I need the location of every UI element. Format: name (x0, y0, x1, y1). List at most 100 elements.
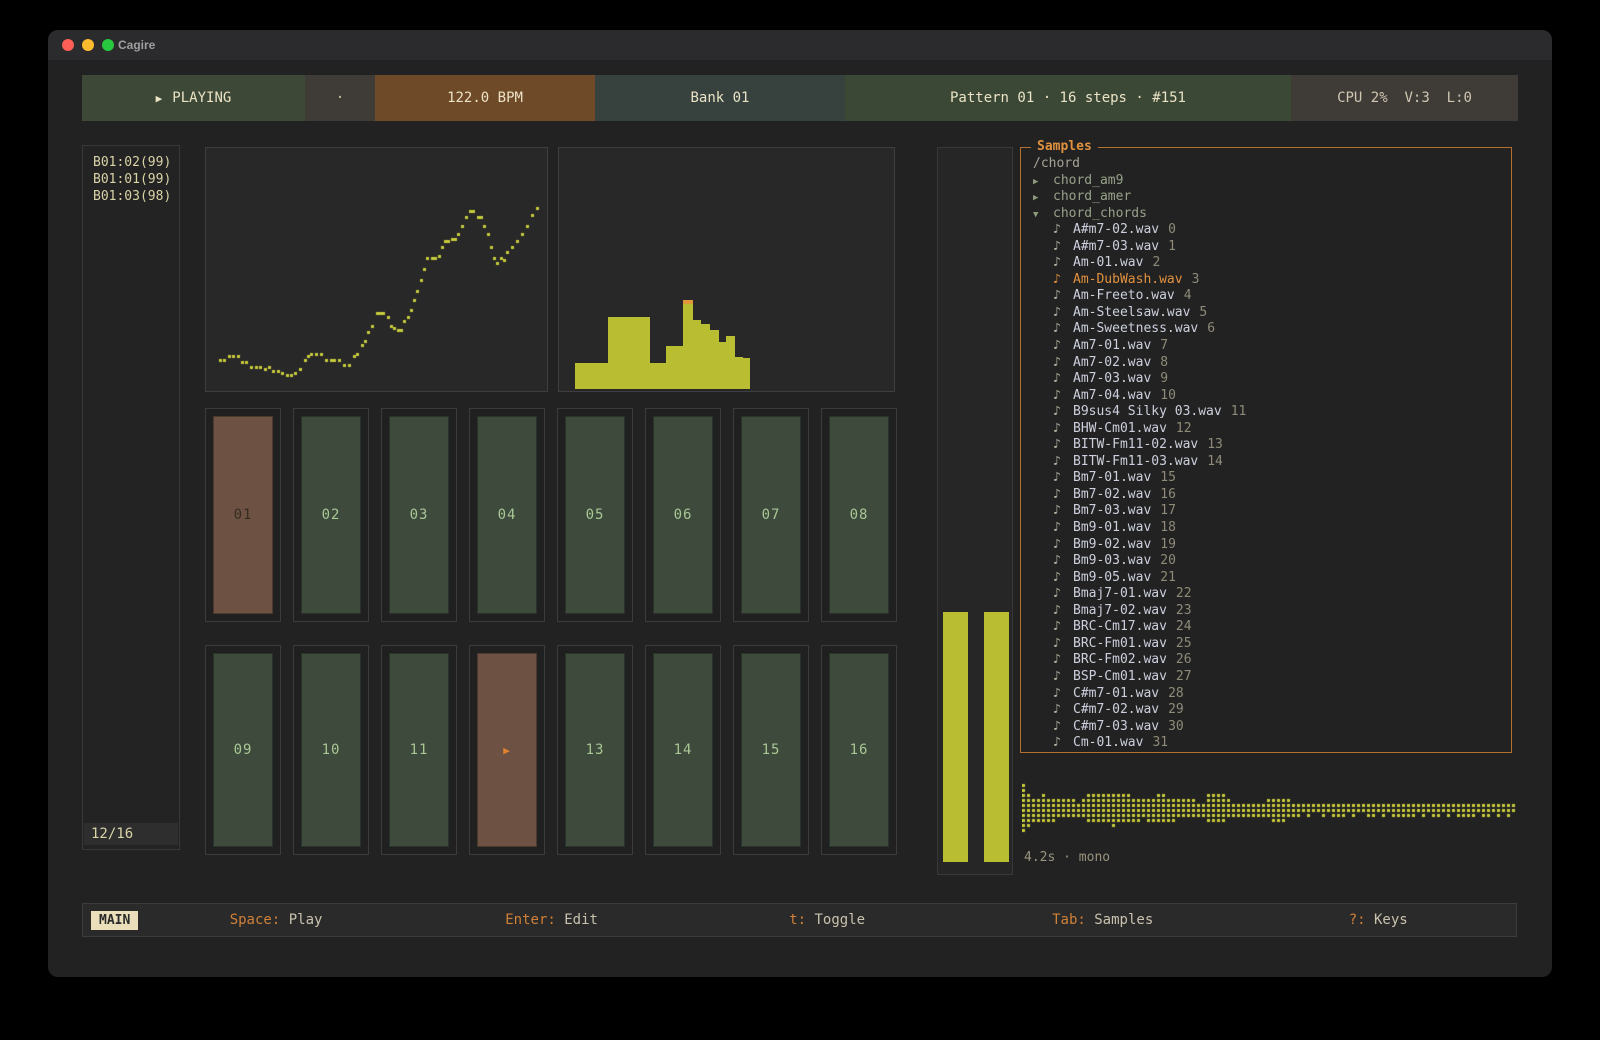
pad-12[interactable]: ▶ (469, 645, 545, 855)
pad-number: 10 (322, 742, 341, 758)
sample-file-30[interactable]: ♪C#m7-03.wav30 (1033, 719, 1511, 736)
pad-number: 15 (762, 742, 781, 758)
sample-file-5[interactable]: ♪Am-Steelsaw.wav5 (1033, 305, 1511, 322)
sample-file-26[interactable]: ♪BRC-Fm02.wav26 (1033, 652, 1511, 669)
hint-key: Space: (230, 912, 281, 928)
pad-08[interactable]: 08 (821, 408, 897, 622)
sample-file-25[interactable]: ♪BRC-Fm01.wav25 (1033, 636, 1511, 653)
sample-file-10[interactable]: ♪Am7-04.wav10 (1033, 388, 1511, 405)
sample-file-31[interactable]: ♪Cm-01.wav31 (1033, 735, 1511, 752)
sample-file-28[interactable]: ♪C#m7-01.wav28 (1033, 686, 1511, 703)
sample-file-14[interactable]: ♪BITW-Fm11-03.wav14 (1033, 454, 1511, 471)
sample-file-19[interactable]: ♪Bm9-02.wav19 (1033, 537, 1511, 554)
folder-collapsed-icon[interactable]: ▶ (1033, 174, 1053, 191)
pad-02[interactable]: 02 (293, 408, 369, 622)
spectrum-bar (650, 363, 666, 389)
sample-file-3[interactable]: ♪Am-DubWash.wav3 (1033, 272, 1511, 289)
music-note-icon: ♪ (1053, 619, 1073, 636)
hint-key: Enter: (505, 912, 556, 928)
sample-file-29[interactable]: ♪C#m7-02.wav29 (1033, 702, 1511, 719)
sample-file-index: 11 (1231, 404, 1247, 419)
sample-file-22[interactable]: ♪Bmaj7-01.wav22 (1033, 586, 1511, 603)
music-note-icon: ♪ (1053, 338, 1073, 355)
maximize-window-button[interactable] (102, 39, 114, 51)
sample-file-15[interactable]: ♪Bm7-01.wav15 (1033, 470, 1511, 487)
sample-file-index: 16 (1160, 487, 1176, 502)
folder-chord_amer[interactable]: ▶chord_amer (1033, 189, 1511, 206)
pad-04[interactable]: 04 (469, 408, 545, 622)
pitch-scatter-panel (205, 147, 548, 392)
spectrum-bars (575, 304, 750, 389)
sample-file-name: Cm-01.wav (1073, 735, 1143, 750)
sample-file-4[interactable]: ♪Am-Freeto.wav4 (1033, 288, 1511, 305)
sample-file-index: 27 (1176, 669, 1192, 684)
pad-surface: 15 (741, 653, 801, 847)
pad-surface: 01 (213, 416, 273, 614)
sample-file-11[interactable]: ♪B9sus4 Silky 03.wav11 (1033, 404, 1511, 421)
sample-file-index: 9 (1160, 371, 1168, 386)
pad-surface: ▶ (477, 653, 537, 847)
sample-file-index: 30 (1168, 719, 1184, 734)
folder-chord_chords[interactable]: ▼chord_chords (1033, 206, 1511, 223)
samples-panel-title: Samples (1031, 139, 1098, 154)
pad-15[interactable]: 15 (733, 645, 809, 855)
pad-number: 03 (410, 507, 429, 523)
sample-file-name: BITW-Fm11-03.wav (1073, 454, 1198, 469)
sample-file-index: 31 (1152, 735, 1168, 750)
pad-14[interactable]: 14 (645, 645, 721, 855)
sample-file-2[interactable]: ♪Am-01.wav2 (1033, 255, 1511, 272)
sample-file-6[interactable]: ♪Am-Sweetness.wav6 (1033, 321, 1511, 338)
sample-file-name: Am-Sweetness.wav (1073, 321, 1198, 336)
pad-10[interactable]: 10 (293, 645, 369, 855)
music-note-icon: ♪ (1053, 603, 1073, 620)
minimize-window-button[interactable] (82, 39, 94, 51)
sample-file-0[interactable]: ♪A#m7-02.wav0 (1033, 222, 1511, 239)
pad-number: 06 (674, 507, 693, 523)
pad-09[interactable]: 09 (205, 645, 281, 855)
pad-06[interactable]: 06 (645, 408, 721, 622)
level-meter-1 (943, 612, 968, 862)
sample-file-9[interactable]: ♪Am7-03.wav9 (1033, 371, 1511, 388)
sample-file-8[interactable]: ♪Am7-02.wav8 (1033, 355, 1511, 372)
mode-badge: MAIN (91, 911, 138, 930)
sample-file-1[interactable]: ♪A#m7-03.wav1 (1033, 239, 1511, 256)
sample-file-name: Am7-01.wav (1073, 338, 1151, 353)
pad-16[interactable]: 16 (821, 645, 897, 855)
sample-file-index: 1 (1168, 239, 1176, 254)
sample-file-23[interactable]: ♪Bmaj7-02.wav23 (1033, 603, 1511, 620)
folder-chord_am9[interactable]: ▶chord_am9 (1033, 173, 1511, 190)
sample-file-16[interactable]: ♪Bm7-02.wav16 (1033, 487, 1511, 504)
sample-file-name: BHW-Cm01.wav (1073, 421, 1167, 436)
pad-05[interactable]: 05 (557, 408, 633, 622)
pad-11[interactable]: 11 (381, 645, 457, 855)
sample-file-index: 7 (1160, 338, 1168, 353)
pad-03[interactable]: 03 (381, 408, 457, 622)
pad-07[interactable]: 07 (733, 408, 809, 622)
sample-file-17[interactable]: ♪Bm7-03.wav17 (1033, 503, 1511, 520)
music-note-icon: ♪ (1053, 669, 1073, 686)
sample-file-13[interactable]: ♪BITW-Fm11-02.wav13 (1033, 437, 1511, 454)
hint-label: Samples (1086, 912, 1153, 928)
pad-number: 14 (674, 742, 693, 758)
sample-file-27[interactable]: ♪BSP-Cm01.wav27 (1033, 669, 1511, 686)
sample-file-index: 25 (1176, 636, 1192, 651)
sample-file-12[interactable]: ♪BHW-Cm01.wav12 (1033, 421, 1511, 438)
hint-key: Tab: (1052, 912, 1086, 928)
pad-surface: 06 (653, 416, 713, 614)
samples-tree: /chord▶chord_am9▶chord_amer▼chord_chords… (1021, 148, 1511, 752)
app-window: Cagire ▶PLAYING · 122.0 BPM Bank 01 Patt… (48, 30, 1552, 977)
sample-file-18[interactable]: ♪Bm9-01.wav18 (1033, 520, 1511, 537)
bpm-display: 122.0 BPM (375, 75, 595, 121)
sample-file-21[interactable]: ♪Bm9-05.wav21 (1033, 570, 1511, 587)
sample-file-7[interactable]: ♪Am7-01.wav 7 (1033, 338, 1511, 355)
sample-file-name: B9sus4 Silky 03.wav (1073, 404, 1222, 419)
sample-file-24[interactable]: ♪BRC-Cm17.wav24 (1033, 619, 1511, 636)
pad-01[interactable]: 01 (205, 408, 281, 622)
sample-file-name: Am-DubWash.wav (1073, 272, 1183, 287)
folder-collapsed-icon[interactable]: ▶ (1033, 190, 1053, 207)
close-window-button[interactable] (62, 39, 74, 51)
pad-surface: 05 (565, 416, 625, 614)
pad-13[interactable]: 13 (557, 645, 633, 855)
sample-file-20[interactable]: ♪Bm9-03.wav20 (1033, 553, 1511, 570)
folder-expanded-icon[interactable]: ▼ (1033, 207, 1053, 224)
